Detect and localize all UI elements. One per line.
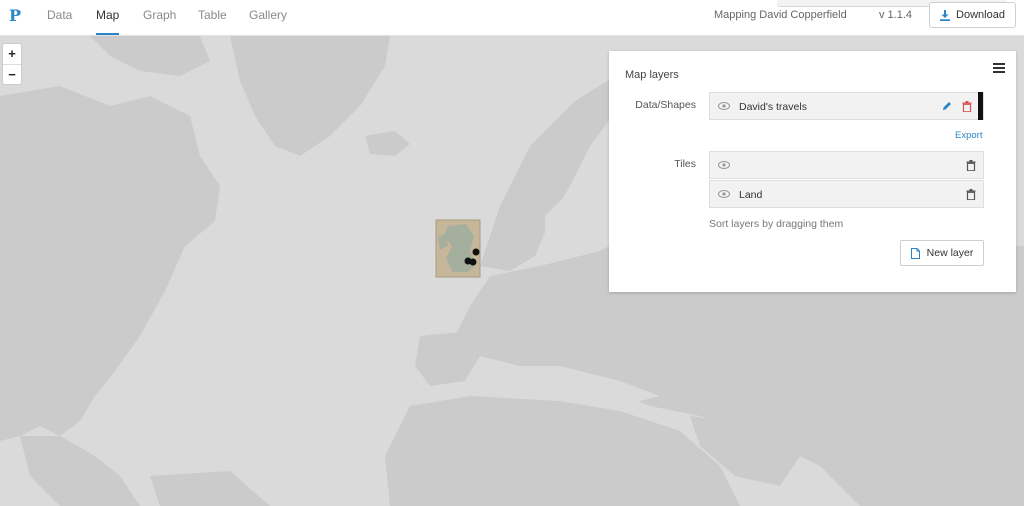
file-icon bbox=[910, 247, 920, 259]
new-layer-button[interactable]: New layer bbox=[900, 240, 984, 266]
trash-icon[interactable] bbox=[962, 101, 972, 112]
zoom-control: + − bbox=[2, 43, 22, 85]
eye-icon[interactable] bbox=[718, 190, 730, 198]
tiles-section-label: Tiles bbox=[674, 158, 696, 170]
trash-icon[interactable] bbox=[966, 160, 976, 171]
export-link[interactable]: Export bbox=[955, 130, 982, 141]
panel-title: Map layers bbox=[625, 69, 679, 81]
map-layers-panel: Map layers Data/Shapes David's travels E… bbox=[609, 51, 1016, 292]
tab-data[interactable]: Data bbox=[47, 8, 72, 22]
new-layer-label: New layer bbox=[926, 247, 974, 259]
eye-icon[interactable] bbox=[718, 102, 730, 110]
menu-icon[interactable] bbox=[993, 63, 1005, 73]
top-navbar: P Data Map Graph Table Gallery Mapping D… bbox=[0, 0, 1024, 36]
sort-hint: Sort layers by dragging them bbox=[709, 218, 844, 230]
tile-layer-row[interactable] bbox=[709, 151, 984, 179]
version-label: v 1.1.4 bbox=[879, 9, 913, 21]
zoom-in-button[interactable]: + bbox=[3, 44, 21, 64]
tab-table[interactable]: Table bbox=[198, 8, 227, 22]
eye-icon[interactable] bbox=[718, 161, 730, 169]
download-button[interactable]: Download bbox=[929, 2, 1016, 28]
tile-layer-row[interactable]: Land bbox=[709, 180, 984, 208]
tab-map[interactable]: Map bbox=[96, 8, 119, 22]
trash-icon[interactable] bbox=[966, 189, 976, 200]
layer-name: Land bbox=[739, 189, 763, 201]
travel-point[interactable] bbox=[469, 258, 477, 266]
download-icon bbox=[940, 9, 951, 21]
layer-name: David's travels bbox=[739, 101, 807, 113]
project-title: Mapping David Copperfield bbox=[714, 9, 847, 21]
historical-map-overlay[interactable] bbox=[435, 219, 481, 278]
zoom-out-button[interactable]: − bbox=[3, 64, 21, 84]
active-tab-indicator bbox=[96, 33, 119, 35]
tab-gallery[interactable]: Gallery bbox=[249, 8, 287, 22]
app-logo[interactable]: P bbox=[9, 6, 21, 25]
layer-color-swatch[interactable] bbox=[978, 92, 983, 120]
travel-point[interactable] bbox=[472, 248, 480, 256]
data-layer-row[interactable]: David's travels bbox=[709, 92, 984, 120]
data-section-label: Data/Shapes bbox=[635, 99, 696, 111]
download-label: Download bbox=[956, 9, 1005, 21]
pencil-icon[interactable] bbox=[942, 101, 952, 111]
tab-graph[interactable]: Graph bbox=[143, 8, 176, 22]
